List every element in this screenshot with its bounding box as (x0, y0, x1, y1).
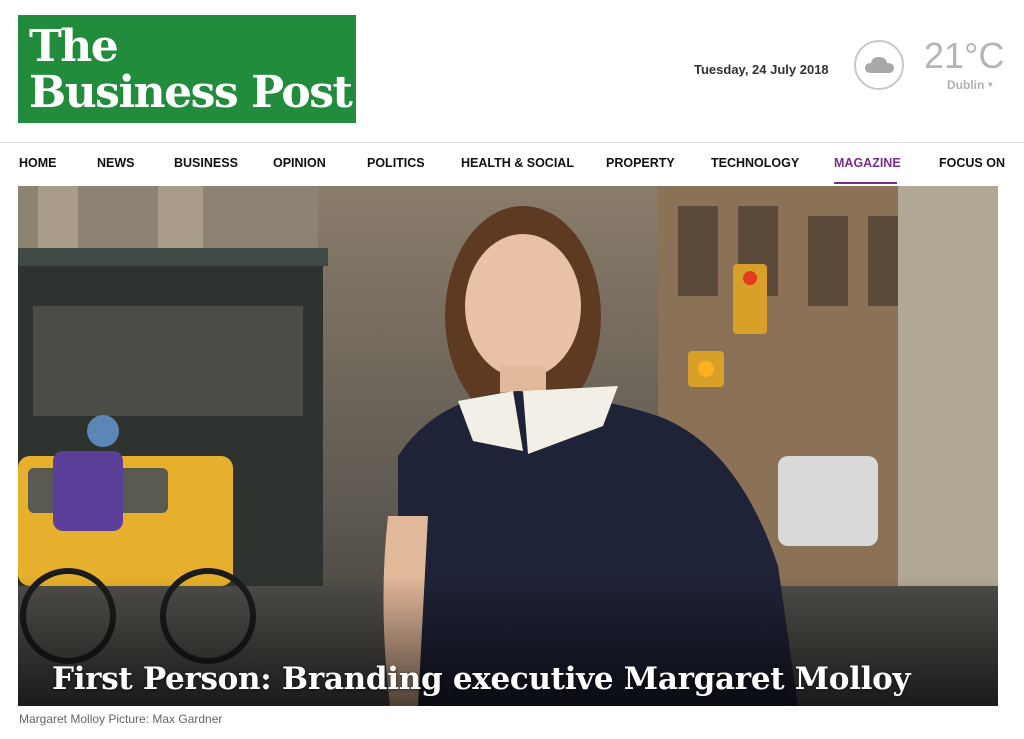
photo-caption: Margaret Molloy Picture: Max Gardner (19, 712, 223, 726)
nav-item-business[interactable]: Business (174, 156, 238, 170)
nav-active-indicator (834, 182, 897, 184)
article-headline[interactable]: First Person: Branding executive Margare… (52, 661, 972, 697)
site-header: The Business Post Tuesday, 24 July 2018 … (0, 0, 1024, 142)
weather-temperature: 21°C (924, 35, 1005, 76)
nav-item-opinion[interactable]: Opinion (273, 156, 326, 170)
weather-city: Dublin (947, 78, 985, 92)
nav-item-politics[interactable]: Politics (367, 156, 425, 170)
nav-item-health-social[interactable]: Health & Social (461, 156, 574, 170)
nav-item-focus-on[interactable]: Focus On (939, 156, 1005, 170)
cloud-icon (854, 40, 904, 90)
main-nav: Home News Business Opinion Politics Heal… (0, 143, 1024, 185)
nav-item-technology[interactable]: Technology (711, 156, 799, 170)
nav-item-magazine[interactable]: Magazine (834, 156, 901, 170)
site-logo[interactable]: The Business Post (18, 15, 356, 123)
hero-image[interactable]: First Person: Branding executive Margare… (18, 186, 998, 706)
hero-photo-illustration (18, 186, 998, 706)
nav-item-property[interactable]: Property (606, 156, 675, 170)
nav-item-home[interactable]: Home (19, 156, 57, 170)
current-date: Tuesday, 24 July 2018 (694, 62, 829, 77)
weather-city-selector[interactable]: Dublin ▾ (947, 78, 992, 92)
nav-item-news[interactable]: News (97, 156, 135, 170)
logo-line-1: The (29, 21, 119, 72)
chevron-down-icon: ▾ (988, 80, 993, 89)
logo-line-2: Business Post (29, 67, 353, 118)
